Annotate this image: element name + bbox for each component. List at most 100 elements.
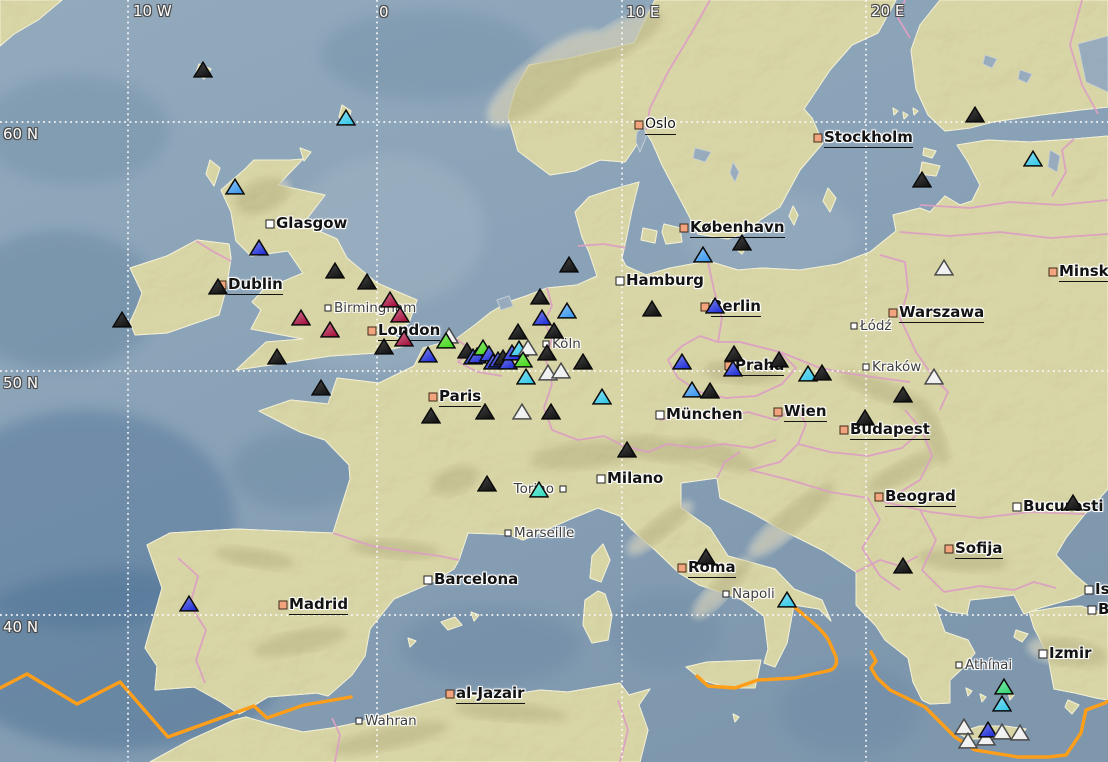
station-marker-white[interactable] xyxy=(1010,724,1030,741)
station-marker-skyblue[interactable] xyxy=(557,302,577,319)
black-triangle-icon xyxy=(894,558,912,573)
city-marker xyxy=(560,486,567,493)
station-marker-black[interactable] xyxy=(769,351,789,368)
station-marker-white[interactable] xyxy=(992,723,1012,740)
graticule-label: 60 N xyxy=(3,125,38,143)
city-marker xyxy=(1088,606,1097,615)
station-marker-turquoise[interactable] xyxy=(529,481,549,498)
station-marker-black[interactable] xyxy=(421,407,441,424)
station-marker-black[interactable] xyxy=(357,273,377,290)
black-triangle-icon xyxy=(312,380,330,395)
station-marker-black[interactable] xyxy=(559,256,579,273)
station-marker-black[interactable] xyxy=(696,548,716,565)
black-triangle-icon xyxy=(358,274,376,289)
station-marker-black[interactable] xyxy=(541,403,561,420)
station-marker-crimson[interactable] xyxy=(394,330,414,347)
station-marker-black[interactable] xyxy=(965,106,985,123)
station-marker-cyan[interactable] xyxy=(777,591,797,608)
station-marker-black[interactable] xyxy=(700,382,720,399)
station-marker-seagreen[interactable] xyxy=(994,678,1014,695)
city-marker xyxy=(840,426,849,435)
station-marker-black[interactable] xyxy=(537,344,557,361)
station-marker-skyblue[interactable] xyxy=(693,246,713,263)
station-marker-cyan[interactable] xyxy=(992,695,1012,712)
station-marker-white[interactable] xyxy=(924,368,944,385)
city-label: Istanbul xyxy=(1095,580,1108,599)
station-marker-blue[interactable] xyxy=(249,239,269,256)
city-label: Dublin xyxy=(228,275,283,295)
station-marker-green[interactable] xyxy=(513,351,533,368)
station-marker-blue[interactable] xyxy=(179,595,199,612)
map-viewport[interactable]: 10 W010 E20 E60 N50 N40 N OsloStockholmK… xyxy=(0,0,1108,762)
station-marker-black[interactable] xyxy=(855,409,875,426)
station-marker-blue[interactable] xyxy=(418,346,438,363)
station-marker-cyan[interactable] xyxy=(516,368,536,385)
station-marker-black[interactable] xyxy=(112,311,132,328)
station-marker-black[interactable] xyxy=(732,234,752,251)
station-marker-black[interactable] xyxy=(208,278,228,295)
station-marker-black[interactable] xyxy=(193,61,213,78)
station-marker-cyan[interactable] xyxy=(336,109,356,126)
station-marker-black[interactable] xyxy=(544,322,564,339)
city-marker xyxy=(863,364,870,371)
station-marker-black[interactable] xyxy=(311,379,331,396)
station-marker-crimson[interactable] xyxy=(390,306,410,323)
station-marker-white[interactable] xyxy=(958,732,978,749)
crimson-triangle-icon xyxy=(321,322,339,337)
city-marker xyxy=(875,493,884,502)
blue-triangle-icon xyxy=(706,298,724,313)
station-marker-cyan[interactable] xyxy=(592,388,612,405)
graticule-label: 10 E xyxy=(626,3,659,21)
station-marker-black[interactable] xyxy=(893,557,913,574)
station-marker-skyblue[interactable] xyxy=(682,381,702,398)
skyblue-triangle-icon xyxy=(683,382,701,397)
black-triangle-icon xyxy=(113,312,131,327)
city-label: Warszawa xyxy=(899,303,984,323)
station-marker-black[interactable] xyxy=(812,364,832,381)
station-marker-crimson[interactable] xyxy=(291,309,311,326)
station-marker-black[interactable] xyxy=(325,262,345,279)
station-marker-black[interactable] xyxy=(475,403,495,420)
cyan-triangle-icon xyxy=(993,696,1011,711)
city-marker xyxy=(325,305,332,312)
black-triangle-icon xyxy=(560,257,578,272)
city-marker xyxy=(678,564,687,573)
station-marker-skyblue[interactable] xyxy=(225,178,245,195)
city-marker xyxy=(635,121,644,130)
white-triangle-icon xyxy=(959,733,977,748)
station-marker-white[interactable] xyxy=(934,259,954,276)
station-marker-white[interactable] xyxy=(551,362,571,379)
station-marker-black[interactable] xyxy=(374,338,394,355)
city-label: Marseille xyxy=(514,524,574,543)
station-marker-cyan[interactable] xyxy=(1023,150,1043,167)
station-marker-black[interactable] xyxy=(642,300,662,317)
station-marker-black[interactable] xyxy=(267,348,287,365)
station-marker-black[interactable] xyxy=(893,386,913,403)
city-marker xyxy=(279,601,288,610)
station-marker-blue[interactable] xyxy=(723,360,743,377)
station-marker-black[interactable] xyxy=(912,171,932,188)
station-marker-black[interactable] xyxy=(530,288,550,305)
crimson-triangle-icon xyxy=(395,331,413,346)
station-marker-black[interactable] xyxy=(617,441,637,458)
city-label: Wien xyxy=(784,402,827,422)
city-marker xyxy=(774,408,783,417)
station-marker-black[interactable] xyxy=(508,323,528,340)
station-marker-black[interactable] xyxy=(1063,494,1083,511)
crimson-triangle-icon xyxy=(391,307,409,322)
station-marker-white[interactable] xyxy=(512,403,532,420)
blue-triangle-icon xyxy=(724,361,742,376)
skyblue-triangle-icon xyxy=(694,247,712,262)
city-label: Izmir xyxy=(1049,644,1091,663)
city-marker xyxy=(597,475,606,484)
white-triangle-icon xyxy=(1011,725,1029,740)
white-triangle-icon xyxy=(925,369,943,384)
station-marker-black[interactable] xyxy=(573,353,593,370)
skyblue-triangle-icon xyxy=(226,179,244,194)
station-marker-green[interactable] xyxy=(436,332,456,349)
station-marker-blue[interactable] xyxy=(705,297,725,314)
city-marker xyxy=(723,591,730,598)
station-marker-blue[interactable] xyxy=(672,353,692,370)
station-marker-crimson[interactable] xyxy=(320,321,340,338)
station-marker-black[interactable] xyxy=(477,475,497,492)
